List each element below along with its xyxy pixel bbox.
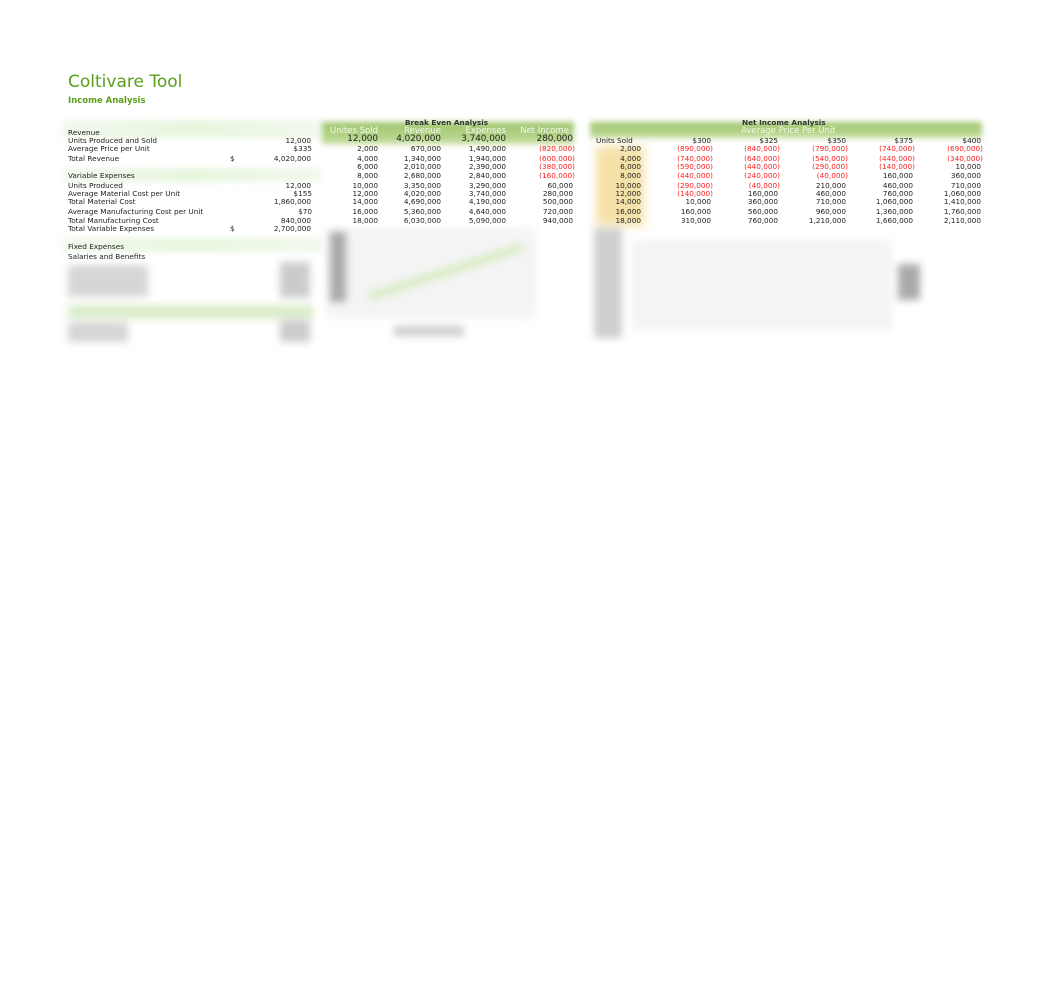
net-income-cell: 2,110,000	[943, 216, 981, 225]
net-income-chart-legend	[898, 264, 920, 300]
blurred-band	[68, 305, 313, 319]
total-revenue-label: Total Revenue	[68, 154, 120, 163]
net-income-cell: (740,000)	[879, 144, 915, 153]
net-income-cell: 960,000	[815, 207, 846, 216]
variable-heading: Variable Expenses	[68, 171, 135, 180]
avg-mfg-value[interactable]: $70	[298, 207, 312, 216]
total-variable-label: Total Variable Expenses	[68, 224, 154, 233]
break-even-cell: 8,000	[357, 171, 378, 180]
net-income-cell: 10,000	[955, 162, 981, 171]
net-income-cell: 10,000	[685, 197, 711, 206]
net-income-cell: 1,760,000	[943, 207, 981, 216]
units-sold-cell: 8,000	[620, 171, 641, 180]
units-sold-cell: 14,000	[615, 197, 641, 206]
break-even-cell: 18,000	[352, 216, 378, 225]
net-income-cell: 1,060,000	[875, 197, 913, 206]
total-material-label: Total Material Cost	[68, 197, 136, 206]
net-income-cell: 360,000	[747, 197, 778, 206]
net-income-cell: 1,360,000	[875, 207, 913, 216]
page-title: Coltivare Tool	[68, 72, 183, 92]
net-income-cell: (890,000)	[677, 144, 713, 153]
net-income-cell: (440,000)	[744, 162, 780, 171]
break-even-cell: 2,680,000	[403, 171, 441, 180]
avg-mfg-label: Average Manufacturing Cost per Unit	[68, 207, 204, 216]
avg-price-label: Average Price per Unit	[68, 144, 150, 153]
blurred-labels	[68, 322, 128, 342]
break-even-cell: 6,000	[357, 162, 378, 171]
break-even-cell: 2,000	[357, 144, 378, 153]
break-even-cell: 6,030,000	[403, 216, 441, 225]
net-income-cell: (140,000)	[879, 162, 915, 171]
units-sold-cell: 6,000	[620, 162, 641, 171]
break-even-current-value: 4,020,000	[396, 134, 441, 144]
net-income-cell: (240,000)	[744, 171, 780, 180]
net-income-cell: 1,210,000	[808, 216, 846, 225]
avg-price-value[interactable]: $335	[293, 144, 312, 153]
net-income-subtitle: Average Price Per Unit	[741, 126, 836, 136]
break-even-cell: (160,000)	[539, 171, 575, 180]
blurred-labels	[68, 265, 148, 297]
salaries-label: Salaries and Benefits	[68, 252, 146, 261]
break-even-current-value: 280,000	[536, 134, 573, 144]
break-even-cell: (820,000)	[539, 144, 575, 153]
net-income-cell: (290,000)	[812, 162, 848, 171]
net-income-cell: 1,410,000	[943, 197, 981, 206]
break-even-cell: 4,640,000	[468, 207, 506, 216]
chart-legend	[394, 326, 464, 336]
break-even-chart	[326, 228, 536, 318]
net-income-cell: (790,000)	[812, 144, 848, 153]
units-sold-cell: 16,000	[615, 207, 641, 216]
break-even-cell: 4,690,000	[403, 197, 441, 206]
break-even-cell: 720,000	[542, 207, 573, 216]
page-subtitle: Income Analysis	[68, 96, 146, 106]
net-income-chart	[632, 240, 892, 330]
net-income-cell: 560,000	[747, 207, 778, 216]
break-even-cell: 5,360,000	[403, 207, 441, 216]
break-even-cell: 2,010,000	[403, 162, 441, 171]
break-even-current-value: 12,000	[347, 134, 378, 144]
units-sold-cell: 2,000	[620, 144, 641, 153]
net-income-chart-axis	[594, 228, 622, 338]
fixed-heading: Fixed Expenses	[68, 242, 124, 251]
net-income-cell: 760,000	[747, 216, 778, 225]
break-even-cell: 940,000	[542, 216, 573, 225]
net-income-cell: 160,000	[882, 171, 913, 180]
break-even-current-value: 3,740,000	[461, 134, 506, 144]
break-even-cell: 2,390,000	[468, 162, 506, 171]
break-even-cell: 16,000	[352, 207, 378, 216]
break-even-cell: 1,490,000	[468, 144, 506, 153]
total-revenue-value: 4,020,000	[273, 154, 311, 163]
break-even-cell: (380,000)	[539, 162, 575, 171]
net-income-cell: 1,660,000	[875, 216, 913, 225]
break-even-cell: 500,000	[542, 197, 573, 206]
net-income-cell: 360,000	[950, 171, 981, 180]
net-income-cell: (840,000)	[744, 144, 780, 153]
blurred-values	[280, 262, 310, 298]
break-even-cell: 5,090,000	[468, 216, 506, 225]
blurred-values	[280, 320, 310, 342]
net-income-cell: 710,000	[815, 197, 846, 206]
break-even-cell: 4,190,000	[468, 197, 506, 206]
net-income-cell: 310,000	[680, 216, 711, 225]
net-income-cell: (690,000)	[947, 144, 983, 153]
break-even-cell: 2,840,000	[468, 171, 506, 180]
net-income-cell: 160,000	[680, 207, 711, 216]
total-material-value: 1,860,000	[273, 197, 311, 206]
units-sold-cell: 18,000	[615, 216, 641, 225]
net-income-cell: (590,000)	[677, 162, 713, 171]
net-income-cell: (440,000)	[677, 171, 713, 180]
total-variable-value: 2,700,000	[273, 224, 311, 233]
currency-symbol: $	[230, 154, 235, 163]
currency-symbol: $	[230, 224, 235, 233]
net-income-cell: (40,000)	[816, 171, 848, 180]
break-even-cell: 670,000	[410, 144, 441, 153]
break-even-cell: 14,000	[352, 197, 378, 206]
